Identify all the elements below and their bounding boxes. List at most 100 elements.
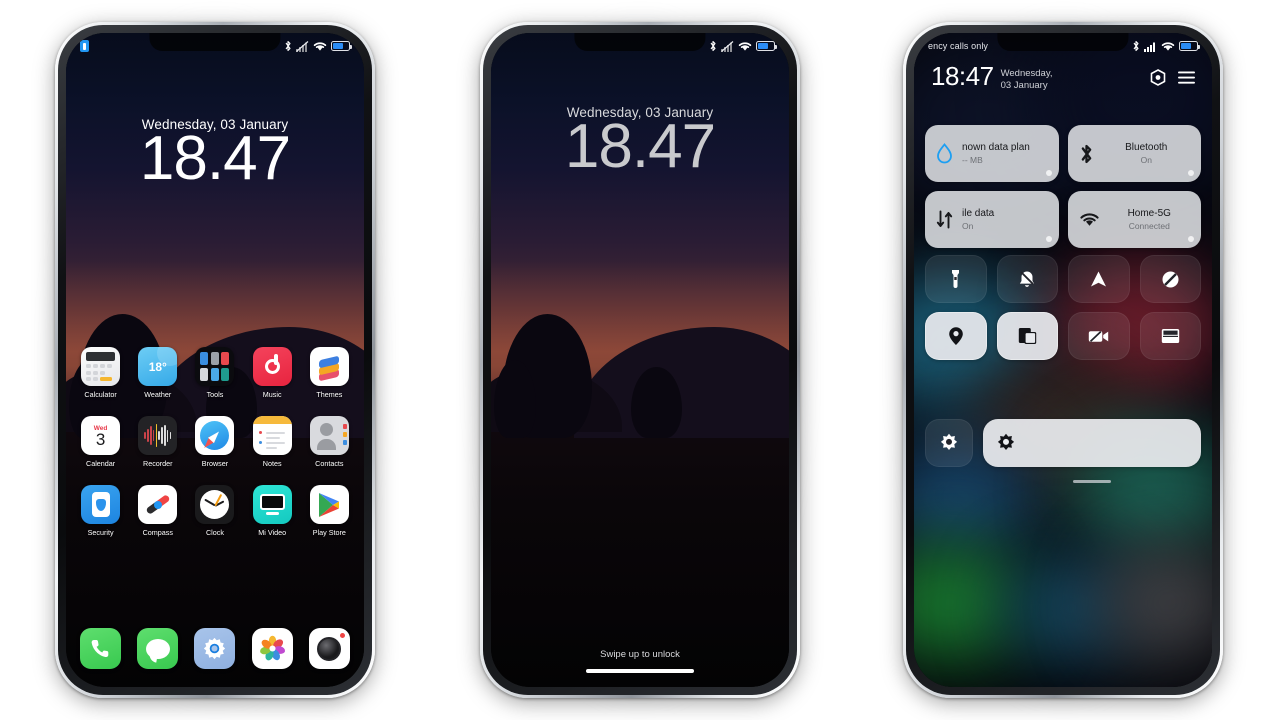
phone-3-screen: ency calls only 18:47 Wednesday, 03 Janu… (914, 33, 1212, 687)
control-center-backdrop-area (914, 479, 1212, 687)
app-row-3: Security Compass Clock Mi Video Play Sto… (66, 485, 364, 537)
tile-bluetooth[interactable]: Bluetooth On (1067, 125, 1201, 182)
app-compass[interactable]: Compass (134, 485, 182, 537)
app-label: Contacts (315, 459, 344, 468)
compass-icon (138, 485, 178, 524)
dock-gallery[interactable] (248, 628, 296, 673)
phone-1-frame: Wednesday, 03 January 18.47 Calculator 1… (55, 22, 375, 698)
app-label: Browser (201, 459, 229, 468)
lock-time: 18.47 (564, 112, 716, 181)
scene-stage: Wednesday, 03 January 18.47 Calculator 1… (0, 0, 1280, 720)
signal-off-icon (296, 40, 309, 52)
recorder-icon (138, 416, 178, 455)
screenshot-icon (1018, 328, 1036, 344)
dock-camera[interactable] (305, 628, 353, 673)
app-label: Calendar (86, 459, 116, 468)
swipe-hint-label: Swipe up to unlock (600, 649, 680, 660)
phone-1-bezel: Wednesday, 03 January 18.47 Calculator 1… (58, 25, 372, 695)
auto-brightness-icon (940, 433, 958, 450)
tile-expand-dot[interactable] (1045, 170, 1052, 176)
mobile-data-icon (936, 210, 953, 229)
toggle-flashlight[interactable] (925, 255, 987, 303)
contacts-icon (309, 416, 349, 455)
themes-icon (309, 347, 349, 386)
app-clock[interactable]: Clock (191, 485, 239, 537)
tile-expand-dot[interactable] (1188, 236, 1194, 242)
phone-1-dock (66, 628, 364, 673)
auto-brightness-toggle[interactable] (925, 419, 973, 467)
tile-subtitle: -- MB (962, 155, 983, 165)
brightness-row (925, 419, 1201, 483)
app-row-1: Calculator 18° Weather Tools Music Theme… (66, 347, 364, 399)
notes-icon (252, 416, 292, 455)
phone-2-status-bar (491, 33, 789, 59)
app-label: Weather (144, 390, 172, 399)
menu-icon[interactable] (1178, 71, 1195, 84)
battery-icon (1179, 41, 1200, 51)
app-tools-folder[interactable]: Tools (191, 347, 239, 399)
app-browser[interactable]: Browser (191, 416, 239, 468)
toggle-screen-recorder[interactable] (1068, 312, 1130, 360)
settings-icon (194, 628, 236, 669)
app-label: Compass (142, 528, 173, 537)
swipe-to-unlock[interactable]: Swipe up to unlock (491, 644, 789, 673)
shield-settings-icon[interactable] (1150, 69, 1166, 86)
tile-data-plan[interactable]: nown data plan -- MB (925, 125, 1059, 182)
app-security[interactable]: Security (77, 485, 125, 537)
app-recorder[interactable]: Recorder (134, 416, 182, 468)
home-time: 18.47 (139, 124, 291, 193)
app-music[interactable]: Music (248, 347, 296, 399)
toggle-silent[interactable] (996, 255, 1058, 303)
tile-title: nown data plan (962, 142, 1030, 153)
phone-2-bezel: Wednesday, 03 January 18.47 Swipe up to … (483, 25, 797, 695)
tile-expand-dot[interactable] (1188, 170, 1194, 176)
tile-expand-dot[interactable] (1045, 236, 1052, 242)
dock-messages[interactable] (134, 628, 182, 673)
location-pin-icon (948, 327, 963, 345)
dock-settings[interactable] (191, 628, 239, 673)
notification-badge-icon (80, 40, 89, 52)
app-calculator[interactable]: Calculator (77, 347, 125, 399)
phone-2-frame: Wednesday, 03 January 18.47 Swipe up to … (480, 22, 800, 698)
phone-1-clock: Wednesday, 03 January 18.47 (66, 117, 364, 189)
dock-phone[interactable] (77, 628, 125, 673)
tile-wifi[interactable]: Home-5G Connected (1067, 191, 1201, 248)
app-contacts[interactable]: Contacts (305, 416, 353, 468)
app-row-2: Wed 3 Calendar Recorder Browser Notes Co… (66, 416, 364, 468)
tile-mobile-data[interactable]: ile data On (925, 191, 1059, 248)
toggle-do-not-disturb[interactable] (1139, 255, 1201, 303)
panel-drag-handle[interactable] (983, 479, 1201, 483)
app-weather[interactable]: 18° Weather (134, 347, 182, 399)
browser-icon (195, 416, 235, 455)
phone-2-screen: Wednesday, 03 January 18.47 Swipe up to … (491, 33, 789, 687)
connectivity-tiles: nown data plan -- MB Bluetooth On ile da… (925, 125, 1201, 248)
app-mi-video[interactable]: Mi Video (248, 485, 296, 537)
app-calendar[interactable]: Wed 3 Calendar (77, 416, 125, 468)
battery-icon (331, 41, 352, 51)
app-label: Recorder (143, 459, 173, 468)
brightness-slider[interactable] (983, 419, 1201, 483)
home-indicator[interactable] (586, 669, 694, 673)
phone-1-screen: Wednesday, 03 January 18.47 Calculator 1… (66, 33, 364, 687)
tile-title: Home-5G (1127, 208, 1171, 219)
clock-icon (195, 485, 235, 524)
app-label: Mi Video (258, 528, 287, 537)
phone-2-clock: Wednesday, 03 January 18.47 (491, 105, 789, 177)
airplane-icon (1091, 271, 1107, 286)
toggle-reading-mode[interactable] (1139, 312, 1201, 360)
app-notes[interactable]: Notes (248, 416, 296, 468)
app-play-store[interactable]: Play Store (305, 485, 353, 537)
gallery-icon (251, 628, 293, 669)
app-label: Calculator (84, 390, 117, 399)
signal-off-icon (721, 40, 734, 52)
toggle-location[interactable] (925, 312, 987, 360)
toggle-airplane-mode[interactable] (1068, 255, 1130, 303)
phone-3-control-center: ency calls only 18:47 Wednesday, 03 Janu… (889, 8, 1237, 712)
app-themes[interactable]: Themes (305, 347, 353, 399)
toggle-screenshot[interactable] (996, 312, 1058, 360)
app-label: Themes (316, 390, 343, 399)
app-label: Play Store (312, 528, 346, 537)
security-icon (81, 485, 121, 524)
app-label: Security (87, 528, 114, 537)
app-label: Notes (262, 459, 282, 468)
